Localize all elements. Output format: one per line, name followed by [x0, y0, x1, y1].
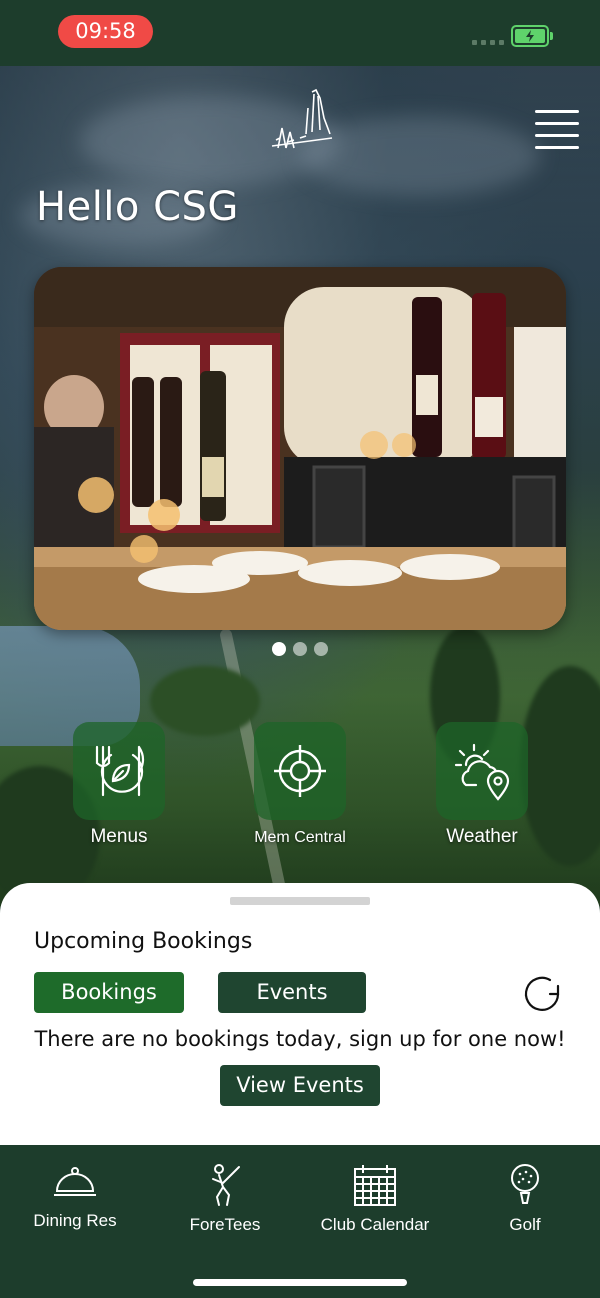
- status-bar: 09:58: [0, 0, 600, 66]
- mem-central-label: Mem Central: [254, 829, 346, 846]
- carousel-dot[interactable]: [314, 642, 328, 656]
- menus-icon: [95, 745, 145, 797]
- signal-icon: [472, 40, 504, 45]
- featured-carousel[interactable]: [34, 267, 566, 630]
- nav-foretees[interactable]: ForeTees: [150, 1163, 300, 1263]
- weather-location-icon: [454, 743, 510, 801]
- tab-bookings[interactable]: Bookings: [34, 972, 184, 1013]
- menus-label: Menus: [90, 826, 148, 847]
- empty-bookings-message: There are no bookings today, sign up for…: [34, 1027, 566, 1051]
- battery-icon: [511, 25, 549, 47]
- cloche-icon: [54, 1167, 96, 1196]
- sheet-drag-handle[interactable]: [230, 897, 370, 905]
- nav-foretees-label: ForeTees: [189, 1215, 261, 1234]
- nav-dining-res[interactable]: Dining Res: [0, 1163, 150, 1263]
- carousel-pagination[interactable]: [272, 642, 328, 656]
- golfer-icon: [212, 1164, 240, 1206]
- weather-label: Weather: [446, 826, 518, 847]
- hamburger-menu-button[interactable]: [535, 110, 579, 149]
- nav-dining-res-label: Dining Res: [33, 1211, 117, 1230]
- greeting-text: Hello CSG: [36, 184, 239, 230]
- carousel-dot[interactable]: [272, 642, 286, 656]
- club-logo: [271, 88, 333, 149]
- target-icon: [274, 745, 326, 797]
- home-indicator[interactable]: [193, 1279, 407, 1286]
- golf-ball-icon: [511, 1164, 539, 1204]
- tab-events[interactable]: Events: [218, 972, 366, 1013]
- bottom-nav: Dining Res ForeTees Club Calendar Golf: [0, 1145, 600, 1298]
- nav-golf[interactable]: Golf: [450, 1163, 600, 1263]
- carousel-dot[interactable]: [293, 642, 307, 656]
- refresh-icon[interactable]: [520, 972, 564, 1016]
- carousel-photo: [34, 267, 566, 630]
- view-events-button[interactable]: View Events: [220, 1065, 380, 1106]
- weather-button[interactable]: [436, 722, 528, 820]
- nav-golf-label: Golf: [509, 1215, 541, 1234]
- upcoming-bookings-title: Upcoming Bookings: [34, 929, 253, 954]
- nav-club-calendar[interactable]: Club Calendar: [300, 1163, 450, 1263]
- mem-central-button[interactable]: [254, 722, 346, 820]
- bookings-sheet: Upcoming Bookings Bookings Events There …: [0, 883, 600, 1145]
- calendar-icon: [354, 1165, 396, 1206]
- menus-button[interactable]: [73, 722, 165, 820]
- nav-club-calendar-label: Club Calendar: [320, 1215, 430, 1234]
- status-time: 09:58: [58, 15, 153, 48]
